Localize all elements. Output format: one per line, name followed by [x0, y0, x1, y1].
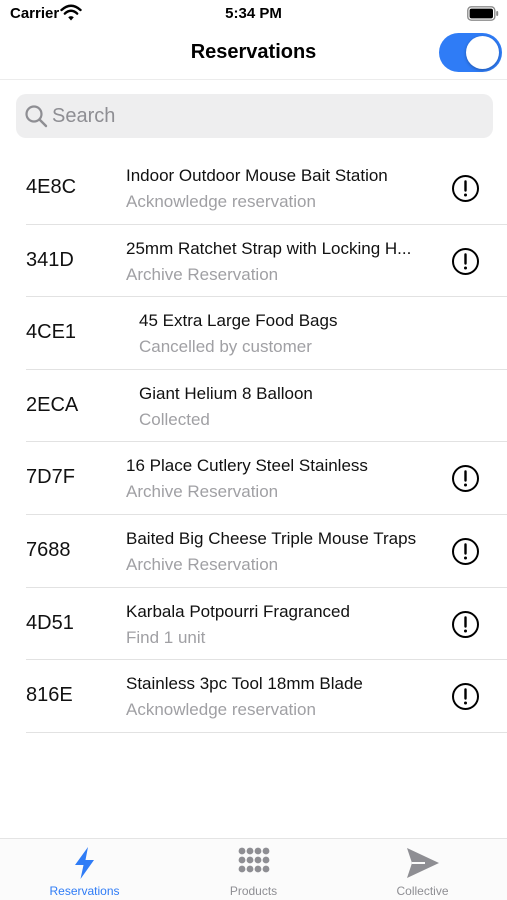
reservation-code: 816E [26, 684, 73, 707]
reservation-title: Karbala Potpourri Fragranced [126, 601, 350, 621]
reservation-status: Archive Reservation [126, 554, 279, 574]
reservation-status: Cancelled by customer [139, 337, 312, 357]
reservation-code: 7D7F [26, 466, 75, 489]
reservation-list: 4E8C Indoor Outdoor Mouse Bait Station A… [0, 152, 507, 733]
reservation-row[interactable]: 4E8C Indoor Outdoor Mouse Bait Station A… [0, 152, 507, 225]
alert-icon[interactable] [451, 537, 480, 566]
reservation-code: 4E8C [26, 176, 77, 198]
clock: 5:34 PM [225, 5, 282, 22]
reservation-title: 16 Place Cutlery Steel Stainless [126, 456, 368, 476]
reservation-status: Acknowledge reservation [126, 700, 316, 720]
alert-icon[interactable] [451, 247, 480, 276]
toggle-switch[interactable] [439, 33, 502, 72]
reservation-status: Collected [139, 409, 210, 429]
reservation-code: 4CE1 [26, 321, 77, 344]
reservation-code: 341D [26, 248, 74, 271]
grid-dots-icon [238, 847, 270, 873]
reservation-row[interactable]: 7688 Baited Big Cheese Triple Mouse Trap… [0, 515, 507, 588]
reservation-row[interactable]: 4CE1 45 Extra Large Food Bags Cancelled … [0, 297, 507, 370]
reservation-row[interactable]: 816E Stainless 3pc Tool 18mm Blade Ackno… [0, 660, 507, 733]
alert-icon[interactable] [451, 682, 480, 711]
tab-products[interactable]: Products [169, 839, 338, 900]
reservation-status: Archive Reservation [126, 264, 279, 284]
alert-icon[interactable] [451, 464, 480, 493]
search-input[interactable] [52, 94, 482, 138]
bolt-icon [75, 847, 94, 879]
reservation-row[interactable]: 4D51 Karbala Potpourri Fragranced Find 1… [0, 588, 507, 661]
search-bar[interactable] [16, 94, 493, 138]
tab-label: Reservations [49, 884, 120, 898]
reservation-status: Acknowledge reservation [126, 192, 316, 211]
tab-label: Products [229, 884, 278, 898]
reservation-row[interactable]: 7D7F 16 Place Cutlery Steel Stainless Ar… [0, 442, 507, 515]
reservation-row[interactable]: 2ECA Giant Helium 8 Balloon Collected [0, 370, 507, 443]
search-icon [25, 105, 48, 128]
status-bar: Carrier 5:34 PM [0, 0, 507, 30]
reservation-status: Archive Reservation [126, 482, 279, 502]
tab-collective[interactable]: Collective [338, 839, 507, 900]
reservation-code: 4D51 [26, 611, 74, 634]
battery-icon [467, 6, 499, 21]
alert-icon[interactable] [451, 174, 480, 203]
alert-icon[interactable] [451, 610, 480, 639]
reservation-status: Find 1 unit [126, 627, 206, 647]
send-icon [407, 848, 439, 878]
reservation-title: 25mm Ratchet Strap with Locking H... [126, 238, 412, 258]
tab-reservations[interactable]: Reservations [0, 839, 169, 900]
reservation-title: 45 Extra Large Food Bags [139, 311, 338, 331]
reservation-title: Giant Helium 8 Balloon [139, 383, 313, 403]
reservation-row[interactable]: 341D 25mm Ratchet Strap with Locking H..… [0, 225, 507, 298]
tab-label: Collective [396, 884, 449, 898]
page-title: Reservations [190, 41, 317, 63]
reservation-title: Baited Big Cheese Triple Mouse Traps [126, 528, 417, 548]
reservation-code: 7688 [26, 538, 71, 561]
reservation-code: 2ECA [26, 393, 79, 416]
reservation-title: Indoor Outdoor Mouse Bait Station [126, 166, 388, 185]
nav-divider [0, 79, 507, 80]
reservation-title: Stainless 3pc Tool 18mm Blade [126, 674, 363, 694]
tab-bar: Reservations Products Collective [0, 838, 507, 900]
toggle-knob [466, 36, 499, 69]
